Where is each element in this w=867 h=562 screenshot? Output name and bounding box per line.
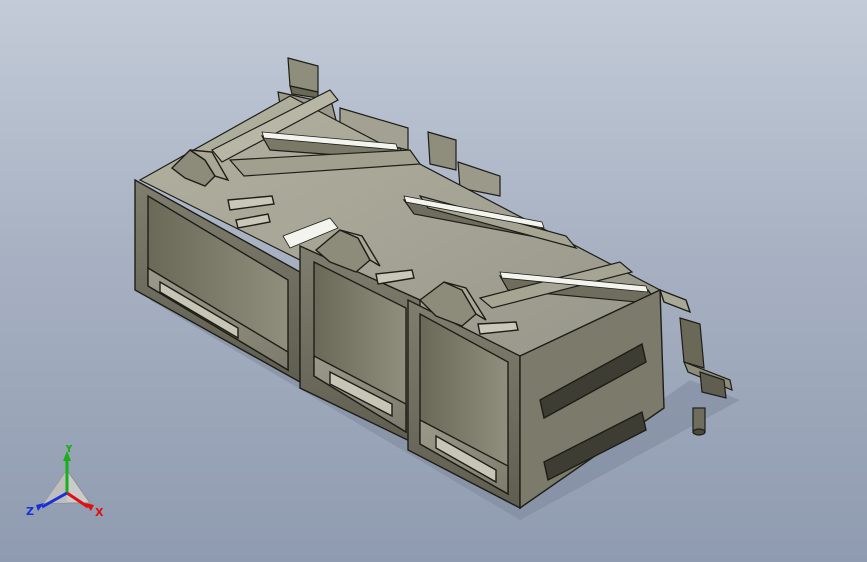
model-viewport[interactable]: Y X Z (0, 0, 867, 562)
z-axis-label: Z (26, 505, 34, 518)
x-axis-label: X (95, 506, 104, 519)
axis-triad: Y X Z (26, 445, 104, 519)
connector-model (134, 57, 740, 520)
y-axis-label: Y (64, 445, 74, 455)
